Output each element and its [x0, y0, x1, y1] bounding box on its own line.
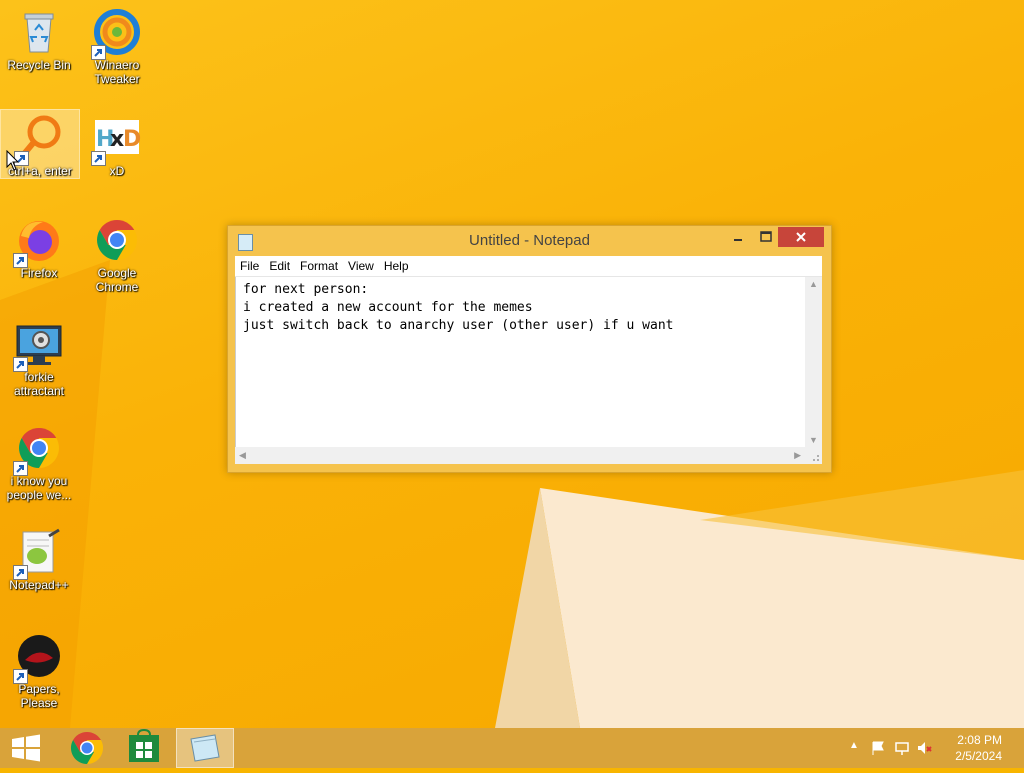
desktop-icon-xd[interactable]: HxD xD — [78, 110, 156, 178]
desktop-icon-label: Winaero Tweaker — [94, 58, 140, 86]
horizontal-scrollbar[interactable]: ◀ ▶ — [235, 447, 805, 464]
windows-logo-icon — [12, 734, 40, 762]
taskbar-store-button[interactable] — [116, 728, 174, 768]
taskbar-notepad-button[interactable] — [176, 728, 234, 768]
minimize-icon — [734, 239, 742, 241]
network-icon[interactable] — [894, 740, 910, 756]
scroll-right-icon[interactable]: ▶ — [794, 450, 801, 461]
desktop-icon-label: xD — [109, 164, 125, 178]
shortcut-arrow-icon — [13, 253, 28, 268]
winaero-tweaker-icon — [91, 8, 141, 60]
resize-grip-icon — [813, 455, 819, 461]
papers-please-icon — [13, 632, 63, 684]
desktop-icon-label: forkie attractant — [13, 370, 65, 398]
vertical-scrollbar[interactable]: ▲ ▼ — [805, 277, 822, 447]
scroll-left-icon[interactable]: ◀ — [239, 450, 246, 461]
clock-date[interactable]: 2/5/2024 — [955, 749, 1002, 763]
show-hidden-icons-chevron-icon[interactable]: ▲ — [849, 740, 859, 751]
clock-time[interactable]: 2:08 PM — [957, 733, 1002, 747]
resize-grip[interactable] — [805, 447, 822, 464]
menu-edit[interactable]: Edit — [264, 256, 295, 276]
chrome-icon — [13, 424, 63, 476]
shortcut-arrow-icon — [91, 45, 106, 60]
desktop-icon-papers-please[interactable]: Papers, Please — [0, 628, 78, 710]
search-magnifier-icon — [14, 114, 64, 166]
shortcut-arrow-icon — [13, 461, 28, 476]
mouse-cursor-icon — [6, 150, 20, 171]
desktop-icon-label: Firefox — [20, 266, 58, 280]
shortcut-arrow-icon — [13, 565, 28, 580]
shortcut-arrow-icon — [91, 151, 106, 166]
desktop-icon-recycle-bin[interactable]: Recycle Bin — [0, 4, 78, 72]
recycle-bin-icon — [15, 8, 63, 56]
notepad-window[interactable]: Untitled - Notepad File Edit Format View Hel… — [227, 225, 832, 473]
menu-bar: File Edit Format View Help — [235, 256, 822, 277]
menu-view[interactable]: View — [343, 256, 379, 276]
desktop-icon-notepad-plus-plus[interactable]: Notepad++ — [0, 524, 78, 592]
desktop-icon-forkie-attractant[interactable]: forkie attractant — [0, 316, 78, 398]
start-button[interactable] — [0, 728, 58, 768]
taskbar-chrome-button[interactable] — [58, 728, 116, 768]
desktop-icon-i-know-you-people[interactable]: i know you people we... — [0, 420, 78, 502]
menu-help[interactable]: Help — [379, 256, 414, 276]
hxd-icon: HxD — [91, 114, 141, 166]
desktop-icon-google-chrome[interactable]: Google Chrome — [78, 212, 156, 294]
close-icon — [796, 232, 806, 242]
maximize-icon — [760, 231, 772, 242]
maximize-button[interactable] — [753, 227, 779, 247]
desktop: Recycle Bin Winaero Tweaker ctrl+a, ente… — [0, 0, 1024, 728]
settings-monitor-icon — [13, 320, 63, 372]
menu-format[interactable]: Format — [295, 256, 343, 276]
close-button[interactable] — [778, 227, 824, 247]
scroll-down-icon[interactable]: ▼ — [809, 435, 818, 445]
svg-text:D: D — [123, 127, 141, 152]
volume-muted-icon[interactable] — [916, 740, 932, 756]
chrome-icon — [70, 731, 104, 765]
minimize-button[interactable] — [725, 227, 751, 247]
notepad-plus-plus-icon — [13, 528, 63, 580]
desktop-icon-label: Papers, Please — [18, 682, 60, 710]
store-icon — [129, 728, 159, 762]
chrome-icon — [93, 216, 141, 264]
firefox-icon — [13, 216, 63, 268]
taskbar: ▲ 2:08 PM 2/5/2024 — [0, 728, 1024, 768]
action-center-flag-icon[interactable] — [870, 740, 886, 756]
desktop-icon-label: Notepad++ — [9, 578, 69, 592]
system-tray: ▲ 2:08 PM 2/5/2024 — [844, 728, 1024, 768]
desktop-icon-label: i know you people we... — [6, 474, 72, 502]
notepad-icon — [190, 734, 220, 762]
menu-file[interactable]: File — [235, 256, 264, 276]
desktop-icon-label: Google Chrome — [95, 266, 139, 294]
text-editor-area[interactable]: for next person: i created a new account… — [235, 277, 805, 447]
desktop-icon-winaero-tweaker[interactable]: Winaero Tweaker — [78, 4, 156, 86]
shortcut-arrow-icon — [13, 669, 28, 684]
scroll-up-icon[interactable]: ▲ — [809, 279, 818, 289]
desktop-icon-label: Recycle Bin — [7, 58, 71, 72]
desktop-icon-firefox[interactable]: Firefox — [0, 212, 78, 280]
shortcut-arrow-icon — [13, 357, 28, 372]
